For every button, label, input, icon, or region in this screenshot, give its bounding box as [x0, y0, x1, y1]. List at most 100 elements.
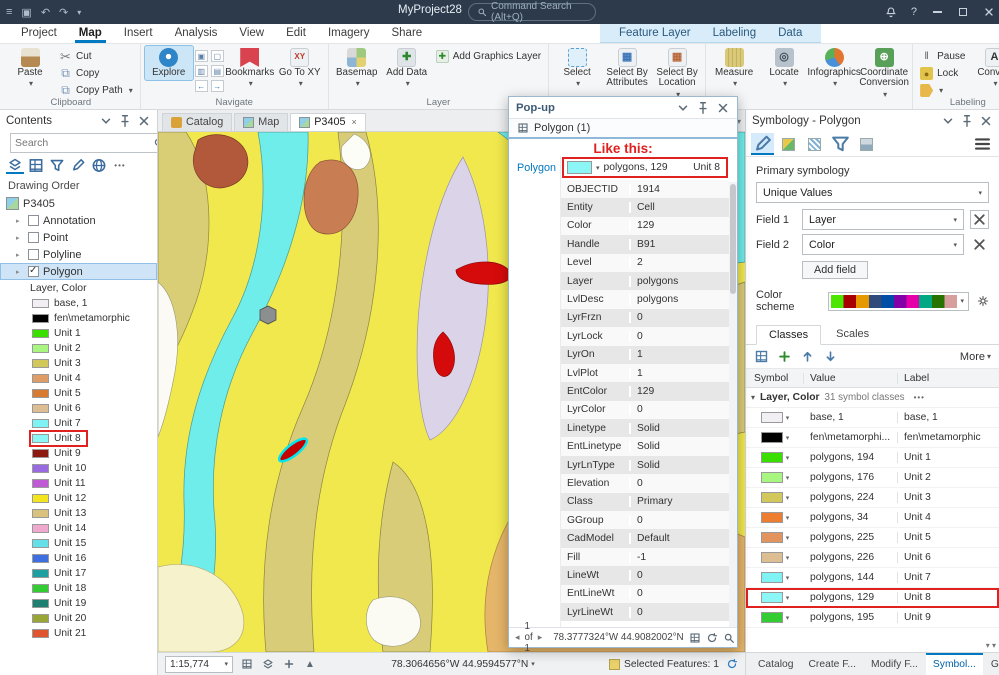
legend-item[interactable]: Unit 20 — [30, 611, 92, 626]
notifications-bell-icon[interactable] — [885, 6, 897, 18]
expand-chevron-icon[interactable] — [16, 268, 24, 276]
map-tree-item[interactable]: P3405 — [0, 195, 157, 212]
legend-item[interactable]: Unit 10 — [30, 461, 92, 476]
layer-checkbox[interactable] — [28, 265, 39, 277]
remove-field1-button[interactable] — [970, 210, 989, 229]
more-view-modes-icon[interactable] — [111, 157, 129, 174]
add-value-icon[interactable] — [777, 349, 792, 364]
add-field-button[interactable]: Add field — [802, 261, 869, 279]
field2-select[interactable]: Color ▾ — [802, 234, 964, 255]
symbol-swatch[interactable] — [760, 532, 783, 543]
layers-tool-icon[interactable] — [261, 658, 275, 670]
feature-symbol-row-highlighted[interactable]: ▾ polygons, 129 Unit 8 — [562, 157, 728, 178]
list-by-selection-icon[interactable] — [48, 157, 66, 174]
redo-icon[interactable]: ↷ — [59, 6, 68, 19]
legend-item[interactable]: fen\metamorphic — [30, 311, 136, 326]
symbol-class-row[interactable]: base, 1 base, 1 — [746, 408, 999, 428]
class-label[interactable]: Unit 3 — [898, 492, 999, 503]
symbol-swatch[interactable] — [760, 612, 783, 623]
legend-item[interactable]: Unit 3 — [30, 356, 87, 371]
legend-item[interactable]: Unit 5 — [30, 386, 87, 401]
legend-item[interactable]: Unit 13 — [30, 506, 92, 521]
swatch-caret-icon[interactable] — [786, 414, 790, 422]
class-value[interactable]: polygons, 224 — [804, 492, 898, 503]
plus-tool-icon[interactable] — [282, 658, 296, 670]
expand-chevron-icon[interactable] — [16, 251, 24, 259]
symbol-swatch[interactable] — [760, 492, 783, 503]
class-label[interactable]: Unit 4 — [898, 512, 999, 523]
select-by-location-button[interactable]: ▦ Select By Location — [653, 46, 701, 102]
map-coordinates[interactable]: 78.3064656°W 44.9594577°N ▾ — [391, 659, 535, 670]
class-value[interactable]: polygons, 34 — [804, 512, 898, 523]
symbol-group-row[interactable]: Layer, Color 31 symbol classes — [746, 388, 999, 408]
swatch-caret-icon[interactable] — [786, 614, 790, 622]
panel-menu-chevron-icon[interactable] — [99, 114, 113, 128]
swatch-caret-icon[interactable] — [786, 474, 790, 482]
coordinate-conversion-button[interactable]: ⊕ Coordinate Conversion — [859, 46, 909, 102]
dock-tab[interactable]: Modify F... — [864, 653, 925, 675]
symbol-class-row[interactable]: polygons, 129 Unit 8 — [746, 588, 999, 608]
copy-button[interactable]: ⧉ Copy — [56, 66, 136, 81]
cut-button[interactable]: ✂ Cut — [56, 49, 136, 64]
symbol-class-row[interactable]: polygons, 224 Unit 3 — [746, 488, 999, 508]
class-label[interactable]: Unit 5 — [898, 532, 999, 543]
contextual-tab[interactable]: Feature Layer — [608, 24, 702, 42]
pause-labeling-button[interactable]: ‖ Pause — [917, 49, 968, 64]
class-value[interactable]: polygons, 194 — [804, 452, 898, 463]
select-button[interactable]: Select — [553, 46, 601, 92]
class-label[interactable]: Unit 8 — [898, 592, 999, 603]
class-value[interactable]: polygons, 144 — [804, 572, 898, 583]
ribbon-tab[interactable]: Share — [380, 24, 433, 43]
move-up-icon[interactable] — [800, 349, 815, 364]
popup-scrollbar[interactable] — [729, 182, 737, 627]
class-value[interactable]: base, 1 — [804, 412, 898, 423]
class-value[interactable]: polygons, 129 — [804, 592, 898, 603]
bookmarks-button[interactable]: Bookmarks — [225, 46, 274, 92]
group-options-icon[interactable] — [914, 392, 925, 403]
qat-caret-icon[interactable]: ▾ — [77, 8, 81, 17]
symbol-class-row[interactable]: polygons, 144 Unit 7 — [746, 568, 999, 588]
lock-labels-button[interactable]: ● Lock — [917, 66, 968, 81]
close-panel-icon[interactable] — [137, 114, 151, 128]
next-extent-icon[interactable]: → — [210, 80, 224, 92]
class-label[interactable]: Unit 6 — [898, 552, 999, 563]
symbol-class-row[interactable]: polygons, 225 Unit 5 — [746, 528, 999, 548]
contextual-tab[interactable]: Labeling — [702, 24, 767, 42]
tab-active-view[interactable]: P3405 — [290, 113, 366, 131]
zoom-selection-icon[interactable]: ▤ — [210, 65, 224, 77]
fixed-zoom-out-icon[interactable]: ▥ — [194, 65, 208, 77]
scrollbar-thumb[interactable] — [730, 184, 736, 294]
symbol-class-row[interactable]: polygons, 176 Unit 2 — [746, 468, 999, 488]
layer-item[interactable]: Polygon — [0, 263, 157, 280]
legend-item[interactable]: Unit 1 — [30, 326, 87, 341]
help-icon[interactable]: ? — [911, 6, 917, 18]
ribbon-tab[interactable]: Map — [68, 24, 113, 43]
primary-symbology-tab-icon[interactable] — [751, 133, 774, 155]
gallery-tab-icon[interactable] — [777, 133, 800, 155]
panel-menu-chevron-icon[interactable] — [676, 101, 690, 115]
symbol-layer-drawing-tab-icon[interactable] — [829, 133, 852, 155]
close-button[interactable] — [983, 6, 995, 18]
previous-extent-icon[interactable]: ← — [194, 80, 208, 92]
class-value[interactable]: polygons, 225 — [804, 532, 898, 543]
close-panel-icon[interactable] — [979, 114, 993, 128]
edit-classes-icon[interactable] — [754, 349, 769, 364]
class-label[interactable]: fen\metamorphic — [898, 432, 999, 443]
column-symbol[interactable]: Symbol — [746, 372, 804, 384]
class-label[interactable]: Unit 1 — [898, 452, 999, 463]
legend-item[interactable]: Unit 16 — [30, 551, 92, 566]
pin-icon[interactable] — [118, 114, 132, 128]
add-graphics-layer-button[interactable]: ✚ Add Graphics Layer — [433, 49, 544, 64]
refresh-icon[interactable] — [706, 632, 718, 644]
list-by-drawing-order-icon[interactable] — [6, 157, 24, 174]
maximize-button[interactable] — [957, 8, 969, 16]
field1-select[interactable]: Layer ▾ — [802, 209, 964, 230]
tab-map[interactable]: Map — [234, 113, 289, 131]
layer-checkbox[interactable] — [28, 249, 39, 260]
pin-icon[interactable] — [960, 114, 974, 128]
dock-tab[interactable]: Geoproc... — [984, 653, 999, 675]
contents-search-box[interactable]: ▾ — [10, 133, 157, 153]
list-by-labeling-icon[interactable] — [90, 157, 108, 174]
ribbon-tab[interactable]: Insert — [113, 24, 164, 43]
legend-item[interactable]: Unit 9 — [30, 446, 87, 461]
